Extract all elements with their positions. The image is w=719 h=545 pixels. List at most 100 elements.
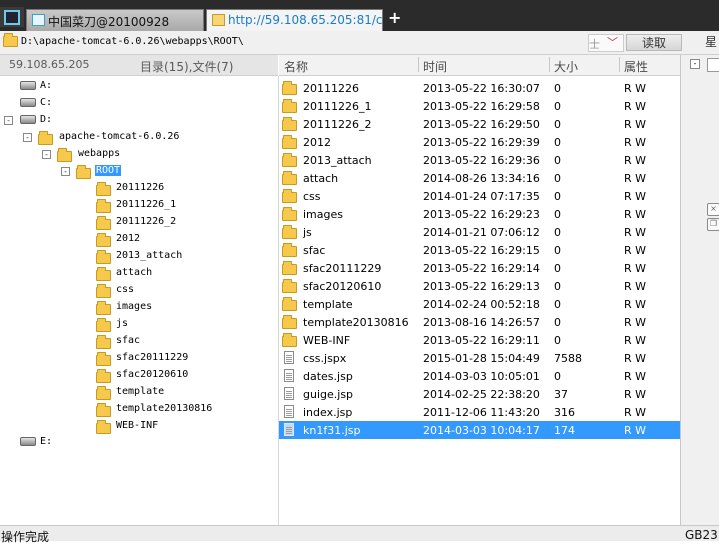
- tree-label: css: [116, 284, 135, 295]
- file-row[interactable]: dates.jsp 2014-03-03 10:05:01 0 R W: [279, 367, 680, 385]
- status-text: 操作完成: [1, 530, 50, 544]
- file-row[interactable]: kn1f31.jsp 2014-03-03 10:04:17 174 R W: [279, 421, 680, 439]
- file-name: 20111226_2: [303, 118, 372, 131]
- tree-item-webapps[interactable]: - webapps: [0, 147, 270, 163]
- drive-icon: [20, 115, 36, 124]
- column-time[interactable]: 时间: [423, 58, 447, 75]
- tree-item-folder[interactable]: attach: [0, 266, 270, 282]
- column-name[interactable]: 名称: [284, 58, 308, 75]
- file-name: 20111226: [303, 82, 359, 95]
- file-row[interactable]: index.jsp 2011-12-06 11:43:20 316 R W: [279, 403, 680, 421]
- tree-drive-c[interactable]: C:: [0, 96, 270, 112]
- file-time: 2014-02-24 00:52:18: [423, 298, 540, 311]
- bookmark-button[interactable]: 星: [705, 34, 719, 51]
- tree-item-folder[interactable]: template20130816: [0, 402, 270, 418]
- file-row[interactable]: css.jspx 2015-01-28 15:04:49 7588 R W: [279, 349, 680, 367]
- file-name: attach: [303, 172, 339, 185]
- folder-row[interactable]: images 2013-05-22 16:29:23 0 R W: [279, 205, 680, 223]
- folder-icon: [282, 243, 297, 257]
- folder-row[interactable]: 20111226_1 2013-05-22 16:29:58 0 R W: [279, 97, 680, 115]
- file-row[interactable]: guige.jsp 2014-02-25 22:38:20 37 R W: [279, 385, 680, 403]
- address-bar: D:\apache-tomcat-6.0.26\webapps\ROOT\ 士 …: [0, 31, 719, 55]
- folder-row[interactable]: js 2014-01-21 07:06:12 0 R W: [279, 223, 680, 241]
- file-time: 2013-05-22 16:29:50: [423, 118, 540, 131]
- folder-row[interactable]: 20111226 2013-05-22 16:30:07 0 R W: [279, 79, 680, 97]
- tree-drive-a[interactable]: A:: [0, 79, 270, 95]
- read-button[interactable]: 读取: [626, 34, 682, 51]
- tree-label: C:: [40, 97, 53, 108]
- folder-icon: [96, 369, 111, 383]
- collapse-icon[interactable]: -: [4, 116, 13, 125]
- folder-row[interactable]: 20111226_2 2013-05-22 16:29:50 0 R W: [279, 115, 680, 133]
- path-input[interactable]: D:\apache-tomcat-6.0.26\webapps\ROOT\: [21, 36, 244, 47]
- tree-label: apache-tomcat-6.0.26: [59, 131, 180, 142]
- tree-label: sfac: [116, 335, 141, 346]
- file-size: 0: [554, 190, 561, 203]
- file-size: 0: [554, 100, 561, 113]
- file-attr: R W: [624, 118, 647, 131]
- tree-label: ROOT: [95, 165, 122, 176]
- tree-item-folder[interactable]: template: [0, 385, 270, 401]
- file-name: sfac: [303, 244, 326, 257]
- tree-item-tomcat[interactable]: - apache-tomcat-6.0.26: [0, 130, 270, 146]
- tree-item-folder[interactable]: sfac: [0, 334, 270, 350]
- folder-icon: [282, 261, 297, 275]
- tab-file-manager[interactable]: http://59.108.65.205:81/css.j...: [206, 9, 383, 31]
- folder-icon: [282, 81, 297, 95]
- panel-checkbox[interactable]: [707, 58, 719, 72]
- tree-label: A:: [40, 80, 53, 91]
- folder-row[interactable]: sfac 2013-05-22 16:29:15 0 R W: [279, 241, 680, 259]
- file-size: 0: [554, 154, 561, 167]
- tab-caidao[interactable]: 中国菜刀@20100928: [26, 9, 204, 31]
- tree-item-folder[interactable]: 2012: [0, 232, 270, 248]
- file-name: 2013_attach: [303, 154, 372, 167]
- folder-row[interactable]: sfac20120610 2013-05-22 16:29:13 0 R W: [279, 277, 680, 295]
- folder-row[interactable]: WEB-INF 2013-05-22 16:29:11 0 R W: [279, 331, 680, 349]
- tree-item-folder[interactable]: sfac20120610: [0, 368, 270, 384]
- folder-row[interactable]: template20130816 2013-08-16 14:26:57 0 R W: [279, 313, 680, 331]
- tree-item-folder[interactable]: sfac20111229: [0, 351, 270, 367]
- collapse-icon[interactable]: -: [42, 150, 51, 159]
- collapse-icon[interactable]: -: [61, 167, 70, 176]
- folder-row[interactable]: template 2014-02-24 00:52:18 0 R W: [279, 295, 680, 313]
- collapse-icon[interactable]: -: [690, 59, 700, 69]
- folder-icon: [57, 148, 72, 162]
- tree-item-folder[interactable]: js: [0, 317, 270, 333]
- copy-icon[interactable]: ❐: [707, 218, 719, 231]
- file-attr: R W: [624, 370, 647, 383]
- folder-row[interactable]: 2012 2013-05-22 16:29:39 0 R W: [279, 133, 680, 151]
- file-size: 37: [554, 388, 568, 401]
- tree-drive-e[interactable]: E:: [0, 435, 270, 451]
- file-attr: R W: [624, 334, 647, 347]
- tree-item-folder[interactable]: 20111226_1: [0, 198, 270, 214]
- folder-row[interactable]: css 2014-01-24 07:17:35 0 R W: [279, 187, 680, 205]
- file-name: index.jsp: [303, 406, 353, 419]
- chevron-down-icon[interactable]: ﹀: [607, 34, 618, 50]
- collapse-icon[interactable]: -: [23, 133, 32, 142]
- file-size: 0: [554, 334, 561, 347]
- column-size[interactable]: 大小: [554, 58, 578, 75]
- folder-row[interactable]: attach 2014-08-26 13:34:16 0 R W: [279, 169, 680, 187]
- close-icon[interactable]: ×: [707, 203, 719, 216]
- column-attr[interactable]: 属性: [624, 58, 648, 75]
- file-time: 2014-03-03 10:04:17: [423, 424, 540, 437]
- tree-item-folder[interactable]: css: [0, 283, 270, 299]
- info-bar: 59.108.65.205 目录(15),文件(7): [0, 55, 278, 76]
- window-menu-button[interactable]: [0, 7, 24, 27]
- tree-item-root[interactable]: - ROOT: [0, 164, 270, 180]
- tree-item-folder[interactable]: 2013_attach: [0, 249, 270, 265]
- tree-item-folder[interactable]: 20111226: [0, 181, 270, 197]
- folder-row[interactable]: sfac20111229 2013-05-22 16:29:14 0 R W: [279, 259, 680, 277]
- folder-row[interactable]: 2013_attach 2013-05-22 16:29:36 0 R W: [279, 151, 680, 169]
- new-tab-button[interactable]: +: [388, 8, 401, 27]
- target-ip: 59.108.65.205: [9, 58, 90, 71]
- status-bar: 操作完成 GB2312: [0, 525, 719, 544]
- tree-item-folder[interactable]: 20111226_2: [0, 215, 270, 231]
- file-name: 2012: [303, 136, 331, 149]
- tree-item-folder[interactable]: WEB-INF: [0, 419, 270, 435]
- tree-item-folder[interactable]: images: [0, 300, 270, 316]
- tree-label: D:: [40, 114, 53, 125]
- tree-label: 20111226: [116, 182, 165, 193]
- tree-label: WEB-INF: [116, 420, 159, 431]
- tree-drive-d[interactable]: - D:: [0, 113, 270, 129]
